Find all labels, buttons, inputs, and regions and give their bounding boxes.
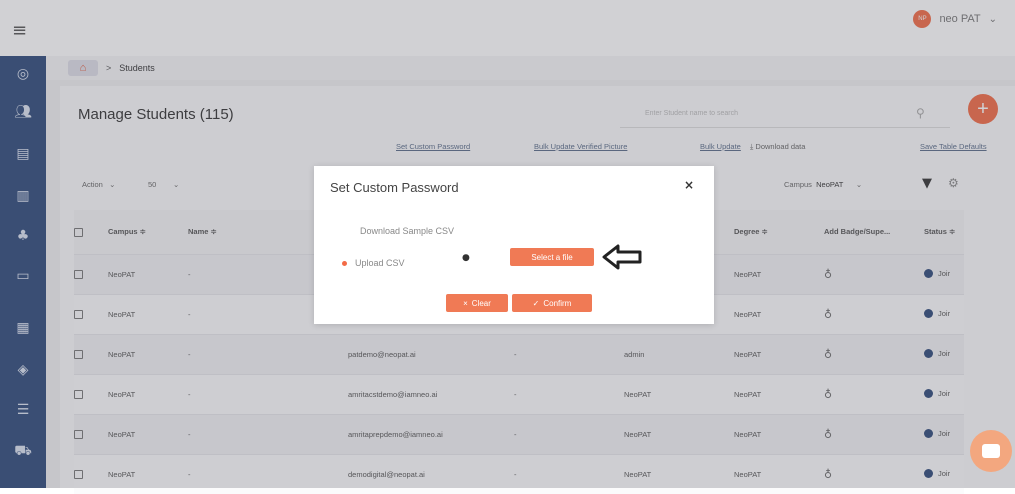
clear-button[interactable]: × Clear	[446, 294, 508, 312]
check-icon: ✓	[532, 298, 540, 308]
confirm-label: Confirm	[543, 298, 572, 308]
upload-csv-option[interactable]: Upload CSV	[342, 258, 405, 268]
set-custom-password-modal: Set Custom Password × Download Sample CS…	[314, 166, 714, 324]
clear-label: Clear	[471, 298, 491, 308]
close-icon[interactable]: ×	[684, 178, 694, 192]
select-file-button[interactable]: Select a file	[510, 248, 594, 266]
download-sample-csv-option[interactable]: Download Sample CSV	[360, 226, 454, 236]
clear-icon: ×	[463, 298, 468, 308]
radio-selected-icon[interactable]	[342, 260, 347, 266]
chat-widget-button[interactable]	[970, 430, 1012, 472]
info-icon[interactable]: ●	[462, 253, 470, 263]
modal-title: Set Custom Password	[330, 180, 459, 195]
pointer-arrow-icon	[602, 244, 642, 270]
chat-icon	[982, 444, 1000, 458]
upload-csv-label[interactable]: Upload CSV	[355, 258, 405, 268]
confirm-button[interactable]: ✓ Confirm	[512, 294, 592, 312]
